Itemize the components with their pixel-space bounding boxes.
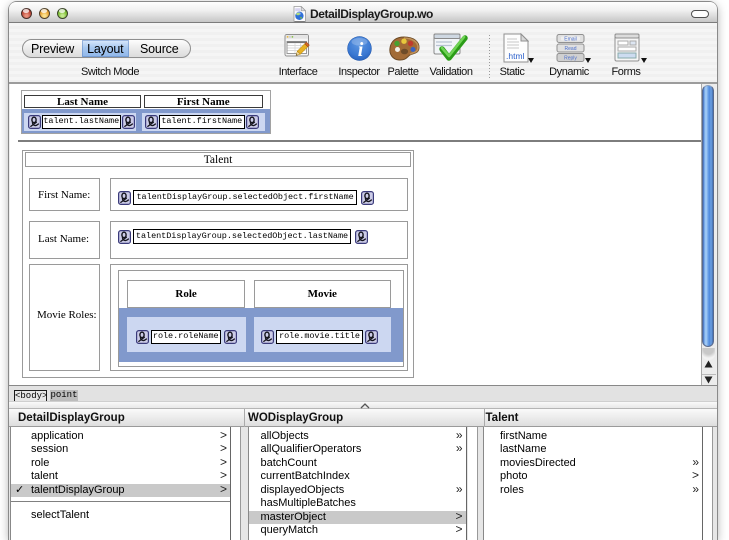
svg-text:i: i <box>358 39 364 61</box>
svg-text:Email: Email <box>564 37 577 43</box>
svg-text:Read: Read <box>565 46 577 52</box>
svg-text:.html: .html <box>506 51 525 61</box>
svg-text:Reply: Reply <box>564 56 577 62</box>
